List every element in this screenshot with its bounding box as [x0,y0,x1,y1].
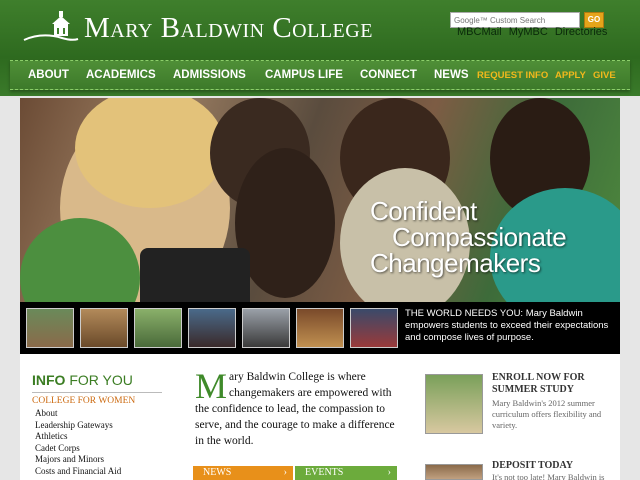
sidebar-link-cadet-corps[interactable]: Cadet Corps [32,443,162,455]
arrow-right-icon: › [387,467,391,478]
promo-title-deposit[interactable]: DEPOSIT TODAY [492,460,573,471]
sidebar-title: INFO FOR YOU [32,372,162,388]
thumbnail[interactable] [188,308,236,348]
arrow-right-icon: › [283,467,287,478]
sidebar-link-costs[interactable]: Costs and Financial Aid [32,466,162,478]
thumbnail-strip: THE WORLD NEEDS YOU: Mary Baldwin empowe… [20,302,620,354]
tab-news-label: NEWS [203,467,232,478]
tab-events[interactable]: EVENTS › [295,466,397,480]
promo-title-summer[interactable]: ENROLL NOW FOR SUMMER STUDY [492,372,602,396]
thumbnail[interactable] [134,308,182,348]
nav-campus-life[interactable]: CAMPUS LIFE [265,69,343,81]
promo-body-deposit: It's not too late! Mary Baldwin is [492,472,605,480]
nav-give[interactable]: GIVE [593,70,616,81]
hero-image: Confident Compassionate Changemakers [20,98,620,302]
directories-link[interactable]: Directories [555,26,608,38]
sidebar-title-rest: FOR YOU [69,372,133,388]
sidebar-title-bold: INFO [32,372,66,388]
brand-logo[interactable]: Mary Baldwin College [22,8,373,48]
promo-body-summer: Mary Baldwin's 2012 summer curriculum of… [492,398,602,430]
camera-shape [140,248,250,302]
sidebar-link-leadership[interactable]: Leadership Gateways [32,420,162,432]
mbcmail-link[interactable]: MBCMail [457,26,502,38]
site-title: Mary Baldwin College [84,12,373,44]
info-for-you-sidebar: INFO FOR YOU COLLEGE FOR WOMEN About Lea… [32,372,162,477]
tagline-line: Changemakers [370,248,541,278]
nav-admissions[interactable]: ADMISSIONS [173,69,246,81]
summer-study-image[interactable] [425,374,483,434]
deposit-image[interactable] [425,464,483,480]
tab-events-label: EVENTS [305,467,344,478]
thumbnail[interactable] [80,308,128,348]
hero-photo-shape [235,148,335,298]
sidebar-link-majors[interactable]: Majors and Minors [32,454,162,466]
mymbc-link[interactable]: MyMBC [509,26,548,38]
thumbnail[interactable] [296,308,344,348]
strip-caption: THE WORLD NEEDS YOU: Mary Baldwin empowe… [405,308,609,343]
nav-request-info[interactable]: REQUEST INFO [477,70,548,81]
tagline-line: Confident [370,196,477,226]
drop-cap: M [195,366,228,406]
sidebar-link-about[interactable]: About [32,408,162,420]
nav-about[interactable]: ABOUT [28,69,69,81]
nav-apply[interactable]: APPLY [555,70,586,81]
tab-news[interactable]: NEWS › [193,466,293,480]
tagline-line: Compassionate [392,222,567,252]
nav-news[interactable]: NEWS [434,69,469,81]
hero-tagline: Confident Compassionate Changemakers [370,196,567,278]
nav-connect[interactable]: CONNECT [360,69,417,81]
thumbnail[interactable] [242,308,290,348]
main-navigation: ABOUT ACADEMICS ADMISSIONS CAMPUS LIFE C… [10,60,630,90]
nav-academics[interactable]: ACADEMICS [86,69,156,81]
divider [32,392,162,393]
thumbnail[interactable] [350,308,398,348]
intro-paragraph: Mary Baldwin College is where changemake… [195,366,400,449]
college-building-icon [23,11,79,41]
sidebar-section-heading[interactable]: COLLEGE FOR WOMEN [32,396,162,406]
thumbnail[interactable] [26,308,74,348]
sidebar-link-athletics[interactable]: Athletics [32,431,162,443]
utility-links: MBCMail MyMBC Directories [457,26,611,38]
